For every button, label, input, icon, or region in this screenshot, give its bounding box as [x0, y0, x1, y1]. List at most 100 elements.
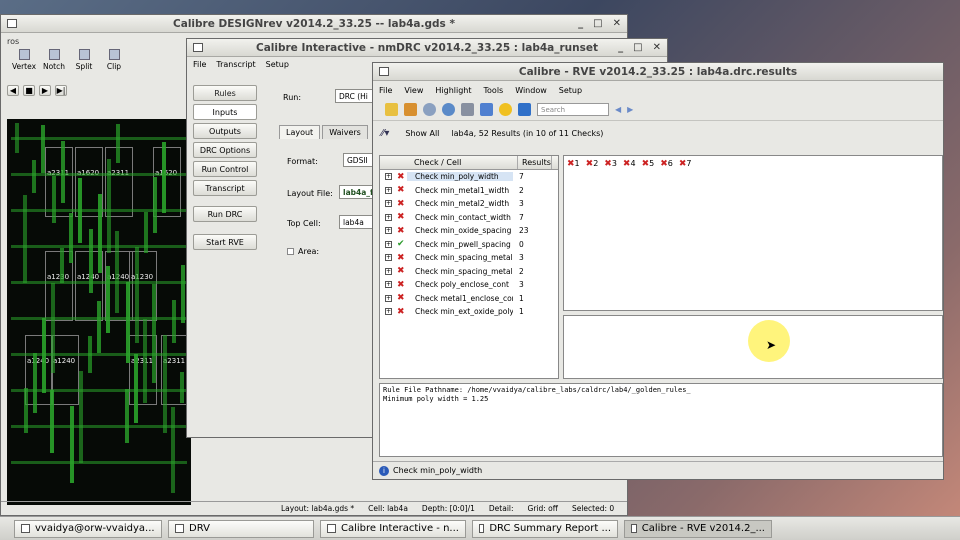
interactive-titlebar[interactable]: Calibre Interactive - nmDRC v2014.2_33.2…: [187, 39, 667, 57]
vertex-tool-button[interactable]: Vertex: [9, 49, 39, 71]
expand-icon[interactable]: +: [385, 173, 392, 181]
filter-icon[interactable]: ⁄⁄▾: [381, 128, 389, 139]
layout-canvas[interactable]: a2311a1620a2311a1620a1230a1240a1240a1230…: [7, 119, 191, 505]
result-item[interactable]: ✖4: [623, 159, 636, 169]
check-row[interactable]: + ✖ Check min_spacing_metal1 3: [380, 251, 558, 265]
sun-icon[interactable]: [499, 103, 512, 116]
check-row[interactable]: + ✖ Check min_metal1_width 2: [380, 184, 558, 198]
maximize-icon[interactable]: □: [593, 18, 602, 29]
back-arrow-icon[interactable]: [480, 103, 493, 116]
menu-setup[interactable]: Setup: [559, 86, 582, 95]
tab-waivers[interactable]: Waivers: [322, 125, 368, 139]
layout-cell[interactable]: [153, 147, 181, 217]
step-forward-button[interactable]: ▶|: [55, 85, 67, 96]
task-drc-summary[interactable]: DRC Summary Report ...: [472, 519, 618, 538]
result-item[interactable]: ✖3: [604, 159, 617, 169]
area-checkbox[interactable]: [287, 248, 294, 255]
designrev-titlebar[interactable]: Calibre DESIGNrev v2014.2_33.25 -- lab4a…: [1, 15, 627, 33]
expand-icon[interactable]: +: [385, 200, 392, 208]
search-next-icon[interactable]: ▶: [627, 105, 633, 114]
tab-layout[interactable]: Layout: [279, 125, 321, 139]
expand-icon[interactable]: +: [385, 186, 392, 194]
open-folder-icon[interactable]: [385, 103, 398, 116]
col-results[interactable]: Results: [518, 156, 552, 169]
menu-highlight[interactable]: Highlight: [435, 86, 471, 95]
split-tool-button[interactable]: Split: [69, 49, 99, 71]
forward-arrow-icon[interactable]: [518, 103, 531, 116]
close-icon[interactable]: ✕: [653, 42, 661, 53]
outputs-button[interactable]: Outputs: [193, 123, 257, 139]
expand-icon[interactable]: +: [385, 213, 392, 221]
clip-tool-button[interactable]: Clip: [99, 49, 129, 71]
menu-file[interactable]: File: [379, 86, 392, 95]
expand-icon[interactable]: +: [385, 254, 392, 262]
menu-setup[interactable]: Setup: [266, 60, 289, 69]
result-item[interactable]: ✖1: [567, 159, 580, 169]
expand-icon[interactable]: +: [385, 267, 392, 275]
zoom-icon[interactable]: [423, 103, 436, 116]
result-item[interactable]: ✖5: [642, 159, 655, 169]
layout-cell[interactable]: [25, 335, 53, 405]
task-rve[interactable]: Calibre - RVE v2014.2_...: [624, 519, 772, 538]
check-row[interactable]: + ✖ Check min_poly_width 7: [380, 170, 558, 184]
task-terminal[interactable]: vvaidya@orw-vvaidya...: [14, 519, 162, 538]
mouse-pointer-icon: ➤: [766, 338, 777, 352]
run-control-button[interactable]: Run Control: [193, 161, 257, 177]
check-row[interactable]: + ✖ Check min_oxide_spacing 23: [380, 224, 558, 238]
search-input[interactable]: Search: [537, 103, 609, 116]
col-check-cell[interactable]: Check / Cell: [380, 156, 518, 169]
check-row[interactable]: + ✖ Check min_ext_oxide_poly 1: [380, 305, 558, 319]
menu-file[interactable]: File: [193, 60, 206, 69]
rve-titlebar[interactable]: Calibre - RVE v2014.2_33.25 : lab4a.drc.…: [373, 63, 943, 81]
layout-cell[interactable]: [51, 335, 79, 405]
format-select[interactable]: GDSII: [343, 153, 373, 167]
result-item[interactable]: ✖2: [586, 159, 599, 169]
run-drc-button[interactable]: Run DRC: [193, 206, 257, 222]
check-row[interactable]: + ✖ Check min_spacing_metal2 2: [380, 265, 558, 279]
check-row[interactable]: + ✖ Check metal1_enclose_cont 1: [380, 292, 558, 306]
highlight-icon[interactable]: [404, 103, 417, 116]
task-drv[interactable]: DRV: [168, 519, 314, 538]
top-cell-field[interactable]: lab4a: [339, 215, 373, 229]
notch-tool-button[interactable]: Notch: [39, 49, 69, 71]
window-icon: [631, 524, 637, 533]
show-all-button[interactable]: Show All: [405, 129, 439, 138]
minimize-icon[interactable]: _: [578, 18, 583, 29]
layout-polygon: [32, 160, 36, 193]
grid-icon[interactable]: [461, 103, 474, 116]
expand-icon[interactable]: +: [385, 308, 392, 316]
maximize-icon[interactable]: □: [633, 42, 642, 53]
close-icon[interactable]: ✕: [613, 18, 621, 29]
settings-gear-icon[interactable]: [442, 103, 455, 116]
expand-icon[interactable]: +: [385, 281, 392, 289]
expand-icon[interactable]: +: [385, 240, 392, 248]
area-option[interactable]: Area:: [287, 247, 319, 256]
check-row[interactable]: + ✖ Check poly_enclose_cont 3: [380, 278, 558, 292]
layout-file-field[interactable]: lab4a_fi: [339, 185, 376, 199]
minimize-icon[interactable]: _: [618, 42, 623, 53]
menu-window[interactable]: Window: [515, 86, 547, 95]
start-rve-button[interactable]: Start RVE: [193, 234, 257, 250]
check-row[interactable]: + ✖ Check min_contact_width 7: [380, 211, 558, 225]
result-item[interactable]: ✖6: [660, 159, 673, 169]
result-item[interactable]: ✖7: [679, 159, 692, 169]
stop-button[interactable]: ■: [23, 85, 35, 96]
rules-button[interactable]: Rules: [193, 85, 257, 101]
run-select[interactable]: DRC (Hi: [335, 89, 375, 103]
drc-options-button[interactable]: DRC Options: [193, 142, 257, 158]
check-row[interactable]: + ✖ Check min_metal2_width 3: [380, 197, 558, 211]
menu-view[interactable]: View: [404, 86, 423, 95]
layout-cell[interactable]: [45, 147, 73, 217]
task-calibre-interactive[interactable]: Calibre Interactive - n...: [320, 519, 466, 538]
inputs-button[interactable]: Inputs: [193, 104, 257, 120]
layout-wire: [11, 461, 187, 464]
check-row[interactable]: + ✔ Check min_pwell_spacing 0: [380, 238, 558, 252]
step-back-button[interactable]: ◀: [7, 85, 19, 96]
search-prev-icon[interactable]: ◀: [615, 105, 621, 114]
expand-icon[interactable]: +: [385, 294, 392, 302]
menu-tools[interactable]: Tools: [484, 86, 504, 95]
menu-transcript[interactable]: Transcript: [216, 60, 255, 69]
play-button[interactable]: ▶: [39, 85, 51, 96]
transcript-button[interactable]: Transcript: [193, 180, 257, 196]
expand-icon[interactable]: +: [385, 227, 392, 235]
